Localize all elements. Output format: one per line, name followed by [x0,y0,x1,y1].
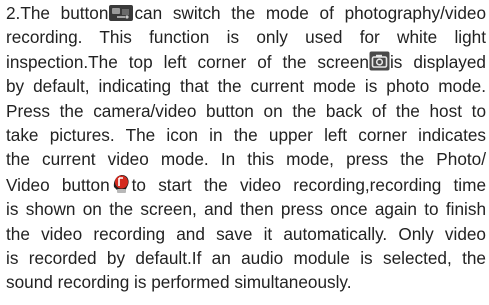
text-fragment: to start the video recording,recording t… [131,174,487,195]
text-fragment: is shown on the screen, and then press o… [6,199,486,220]
text-line: by default, indicating that the current … [6,74,486,98]
text-line: is recorded by default.If an audio modul… [6,246,486,270]
text-line: Video button to start the video recording… [6,172,486,197]
text-line: take pictures. The icon in the upper lef… [6,123,486,147]
text-fragment: is displayed [389,51,486,72]
text-line: inspection.The top left corner of the sc… [6,50,486,74]
text-line: the video recording and save it automati… [6,222,486,246]
text-line: the current video mode. In this mode, pr… [6,147,486,171]
text-line: 2.The button can switch the mode of photo… [6,1,486,25]
text-fragment: the video recording and save it automati… [6,223,486,244]
record-button-icon [110,172,132,194]
text-fragment: inspection.The top left corner of the sc… [6,51,369,72]
camera-icon [369,51,390,71]
text-line: sound recording is performed simultaneou… [6,270,486,294]
text-fragment: the current video mode. In this mode, pr… [6,149,486,170]
text-fragment: is recorded by default.If an audio modul… [6,248,486,269]
text-fragment: sound recording is performed simultaneou… [6,272,352,293]
text-fragment: can switch the mode of photography/video [134,3,486,23]
text-fragment: Press the camera/video button on the bac… [6,100,486,121]
text-line: recording. This function is only used fo… [6,25,486,49]
text-line: Press the camera/video button on the bac… [6,99,486,123]
text-line: is shown on the screen, and then press o… [6,197,486,221]
text-fragment: 2.The button [6,3,109,23]
text-fragment: take pictures. The icon in the upper lef… [6,125,486,146]
mode-switch-icon [108,4,134,22]
text-fragment: by default, indicating that the current … [6,76,486,97]
text-fragment: recording. This function is only used fo… [6,27,486,48]
text-fragment: Video button [6,174,110,195]
document-paragraph: 2.The button can switch the mode of photo… [6,1,486,295]
